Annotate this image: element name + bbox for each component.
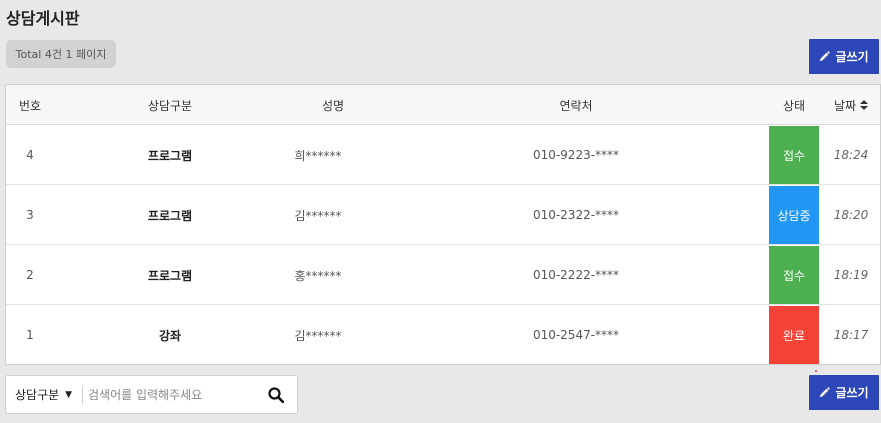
row-phone: 010-2547-**** bbox=[532, 328, 620, 342]
status-badge: 접수 bbox=[769, 126, 819, 184]
table-header: 번호 상담구분 성명 연락처 상태 날짜 bbox=[6, 85, 880, 125]
write-button-label: 글쓰기 bbox=[835, 50, 869, 64]
pencil-icon bbox=[820, 51, 831, 62]
page-title: 상담게시판 bbox=[6, 9, 80, 28]
status-badge: 접수 bbox=[769, 246, 819, 304]
pencil-icon bbox=[820, 387, 831, 398]
sort-icon bbox=[860, 100, 869, 110]
consult-board-table: 번호 상담구분 성명 연락처 상태 날짜 4 프로그램 희****** 010-922… bbox=[5, 84, 881, 365]
row-category: 프로그램 bbox=[147, 208, 193, 223]
table-row[interactable]: 3 프로그램 김****** 010-2322-**** 상담중 18:20 bbox=[6, 185, 880, 245]
row-no: 2 bbox=[26, 268, 34, 282]
caret-down-icon: ▼ bbox=[65, 389, 73, 400]
header-name: 성명 bbox=[321, 98, 345, 113]
search-field-label: 상담구분 bbox=[15, 388, 60, 402]
header-category: 상담구분 bbox=[147, 98, 193, 113]
header-status: 상태 bbox=[782, 98, 806, 113]
header-date-sort[interactable]: 날짜 bbox=[821, 85, 881, 125]
row-date: 18:17 bbox=[833, 328, 869, 342]
search-input[interactable] bbox=[88, 380, 258, 409]
total-count-badge: Total 4건 1 페이지 bbox=[6, 40, 116, 68]
header-date-label: 날짜 bbox=[833, 98, 857, 113]
status-badge: 상담중 bbox=[769, 186, 819, 244]
status-badge: 완료 bbox=[769, 306, 819, 364]
row-date: 18:24 bbox=[833, 148, 869, 162]
header-phone: 연락처 bbox=[559, 98, 593, 113]
marker-dot bbox=[815, 370, 817, 372]
row-name: 김****** bbox=[294, 328, 342, 343]
row-date: 18:19 bbox=[833, 268, 869, 282]
row-phone: 010-2222-**** bbox=[532, 268, 620, 282]
table-row[interactable]: 2 프로그램 홍****** 010-2222-**** 접수 18:19 bbox=[6, 245, 880, 305]
row-name: 홍****** bbox=[294, 268, 342, 283]
search-bar: 상담구분 ▼ bbox=[5, 375, 298, 414]
row-name: 김****** bbox=[294, 208, 342, 223]
row-category: 강좌 bbox=[158, 328, 182, 343]
search-field-select[interactable]: 상담구분 ▼ bbox=[15, 376, 72, 413]
table-row[interactable]: 4 프로그램 희****** 010-9223-**** 접수 18:24 bbox=[6, 125, 880, 185]
search-divider bbox=[82, 386, 83, 404]
write-button-bottom[interactable]: 글쓰기 bbox=[809, 375, 879, 410]
search-icon[interactable] bbox=[268, 387, 284, 403]
header-no: 번호 bbox=[18, 98, 42, 113]
table-row[interactable]: 1 강좌 김****** 010-2547-**** 완료 18:17 bbox=[6, 305, 880, 365]
write-button-top[interactable]: 글쓰기 bbox=[809, 39, 879, 74]
row-phone: 010-9223-**** bbox=[532, 148, 620, 162]
row-phone: 010-2322-**** bbox=[532, 208, 620, 222]
row-date: 18:20 bbox=[833, 208, 869, 222]
write-button-label: 글쓰기 bbox=[835, 386, 869, 400]
row-no: 4 bbox=[26, 148, 34, 162]
row-name: 희****** bbox=[294, 148, 342, 163]
row-category: 프로그램 bbox=[147, 268, 193, 283]
row-no: 3 bbox=[26, 208, 34, 222]
row-category: 프로그램 bbox=[147, 148, 193, 163]
row-no: 1 bbox=[26, 328, 34, 342]
